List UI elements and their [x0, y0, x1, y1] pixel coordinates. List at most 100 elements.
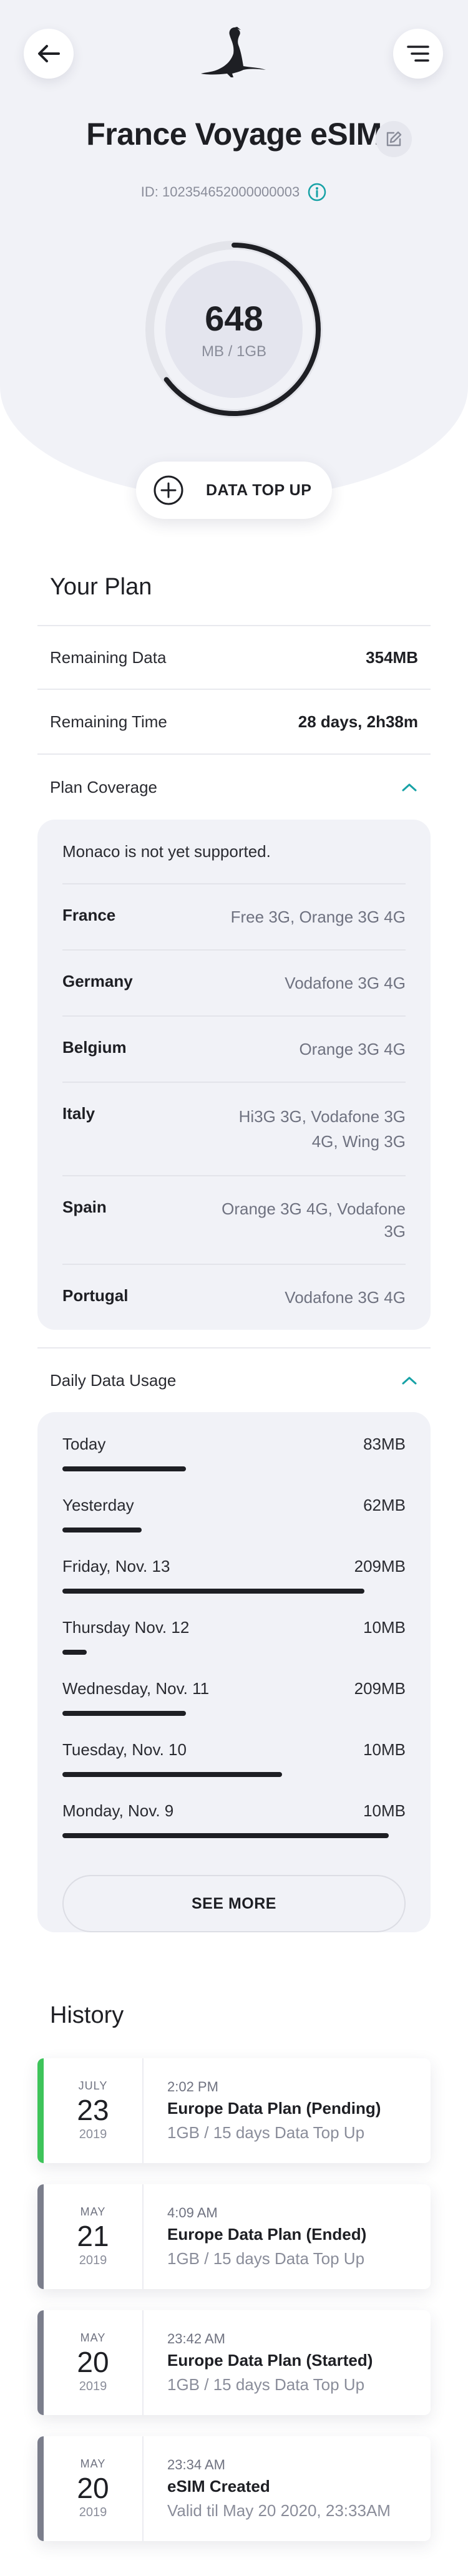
arrow-left-icon: [38, 45, 60, 62]
usage-day: Wednesday, Nov. 11: [62, 1679, 210, 1698]
see-more-button[interactable]: SEE MORE: [62, 1875, 406, 1932]
data-top-up-button[interactable]: DATA TOP UP: [136, 462, 332, 519]
usage-row-head: Thursday Nov. 12 10MB: [62, 1618, 406, 1637]
coverage-row: Portugal Vodafone 3G 4G: [62, 1265, 406, 1330]
history-body: 23:34 AM eSIM Created Valid til May 20 202…: [144, 2436, 391, 2541]
plan-section: Remaining Data 354MB Remaining Time 28 d…: [37, 625, 431, 1965]
history-subtitle: Valid til May 20 2020, 23:33AM: [167, 2501, 391, 2520]
usage-row: Thursday Nov. 12 10MB: [62, 1595, 406, 1657]
history-status-bar: [37, 2436, 44, 2541]
history-month: JULY: [78, 2080, 108, 2092]
history-title: Europe Data Plan (Ended): [167, 2225, 367, 2244]
coverage-row: Belgium Orange 3G 4G: [62, 1017, 406, 1083]
usage-day: Today: [62, 1435, 106, 1453]
history-item[interactable]: MAY 20 2019 23:34 AM eSIM Created Valid til M…: [37, 2436, 431, 2541]
usage-row-head: Friday, Nov. 13 209MB: [62, 1557, 406, 1576]
history-date: JULY 23 2019: [44, 2058, 144, 2163]
esim-id: ID: 102354652000000003: [140, 184, 300, 200]
coverage-country: Belgium: [62, 1038, 127, 1057]
coverage-networks: Hi3G 3G, Vodafone 3G 4G, Wing 3G: [238, 1107, 406, 1151]
history-year: 2019: [79, 2254, 107, 2267]
usage-card: Today 83MB Yesterday 62MB Friday, Nov. 13 209…: [37, 1412, 431, 1932]
coverage-networks: Free 3G, Orange 3G 4G: [230, 908, 406, 926]
usage-row: Yesterday 62MB: [62, 1473, 406, 1534]
history-day: 21: [77, 2220, 109, 2252]
usage-amount: 62MB: [363, 1496, 406, 1514]
history-item[interactable]: JULY 23 2019 2:02 PM Europe Data Plan (Pendi…: [37, 2058, 431, 2163]
plan-coverage-toggle[interactable]: Plan Coverage: [37, 755, 431, 820]
chevron-up-icon: [402, 1377, 417, 1385]
info-icon[interactable]: [307, 182, 327, 202]
usage-list: Today 83MB Yesterday 62MB Friday, Nov. 13 209…: [62, 1412, 406, 1840]
usage-row-head: Monday, Nov. 9 10MB: [62, 1801, 406, 1821]
your-plan-title: Your Plan: [50, 574, 152, 600]
coverage-card: Monaco is not yet supported. France Free …: [37, 820, 431, 1330]
history-time: 4:09 AM: [167, 2205, 218, 2220]
pencil-edit-icon: [386, 131, 402, 147]
history-status-bar: [37, 2310, 44, 2415]
history-month: MAY: [80, 2457, 106, 2470]
history-item[interactable]: MAY 21 2019 4:09 AM Europe Data Plan (Ended)…: [37, 2184, 431, 2289]
menu-button[interactable]: [393, 29, 443, 79]
history-title: eSIM Created: [167, 2477, 270, 2496]
daily-usage-toggle[interactable]: Daily Data Usage: [37, 1347, 431, 1412]
plus-circle-icon: [154, 475, 183, 505]
history-year: 2019: [79, 2128, 107, 2141]
history-subtitle: 1GB / 15 days Data Top Up: [167, 2123, 365, 2142]
esim-id-row: ID: 102354652000000003: [0, 182, 468, 202]
coverage-country: Italy: [62, 1104, 95, 1123]
remaining-time-value: 28 days, 2h38m: [298, 712, 418, 731]
remaining-data-label: Remaining Data: [50, 647, 167, 667]
coverage-country: Germany: [62, 972, 133, 990]
esim-title: France Voyage eSIM: [86, 117, 382, 152]
usage-bar: [62, 1772, 282, 1777]
usage-amount: 83MB: [363, 1435, 406, 1453]
history-subtitle: 1GB / 15 days Data Top Up: [167, 2375, 365, 2394]
usage-row-head: Today 83MB: [62, 1435, 406, 1454]
coverage-row: France Free 3G, Orange 3G 4G: [62, 884, 406, 951]
history-status-bar: [37, 2184, 44, 2289]
daily-usage-label: Daily Data Usage: [50, 1370, 177, 1390]
usage-day: Thursday Nov. 12: [62, 1618, 190, 1637]
remaining-data-value: 354MB: [366, 647, 418, 667]
usage-amount: 209MB: [354, 1557, 406, 1576]
usage-day: Friday, Nov. 13: [62, 1557, 170, 1576]
usage-row: Tuesday, Nov. 10 10MB: [62, 1718, 406, 1779]
usage-day: Tuesday, Nov. 10: [62, 1740, 187, 1759]
history-title: Europe Data Plan (Pending): [167, 2099, 381, 2118]
history-date: MAY 21 2019: [44, 2184, 144, 2289]
remaining-data-row: Remaining Data 354MB: [37, 625, 431, 690]
history-month: MAY: [80, 2331, 106, 2344]
data-top-up-label: DATA TOP UP: [206, 481, 312, 499]
usage-bar: [62, 1711, 186, 1716]
history-title: History: [50, 2002, 124, 2028]
usage-bar: [62, 1528, 142, 1533]
history-day: 23: [77, 2094, 109, 2126]
history-day: 20: [77, 2346, 109, 2378]
coverage-country: Portugal: [62, 1286, 129, 1305]
history-date: MAY 20 2019: [44, 2310, 144, 2415]
history-year: 2019: [79, 2380, 107, 2393]
usage-amount: 10MB: [363, 1740, 406, 1759]
history-date: MAY 20 2019: [44, 2436, 144, 2541]
history-body: 2:02 PM Europe Data Plan (Pending) 1GB / 1…: [144, 2058, 381, 2163]
usage-bar: [62, 1466, 186, 1471]
usage-day: Yesterday: [62, 1496, 134, 1514]
history-item[interactable]: MAY 20 2019 23:42 AM Europe Data Plan (Start…: [37, 2310, 431, 2415]
bird-logo: [201, 27, 266, 77]
usage-row: Wednesday, Nov. 11 209MB: [62, 1657, 406, 1718]
usage-bar: [62, 1833, 389, 1838]
back-button[interactable]: [24, 29, 74, 79]
coverage-note: Monaco is not yet supported.: [62, 820, 406, 884]
chevron-up-icon: [402, 783, 417, 792]
history-time: 23:42 AM: [167, 2331, 225, 2346]
plan-coverage-label: Plan Coverage: [50, 777, 157, 797]
history-status-bar: [37, 2058, 44, 2163]
coverage-row: Spain Orange 3G 4G, Vodafone 3G: [62, 1176, 406, 1265]
history-body: 4:09 AM Europe Data Plan (Ended) 1GB / 15 …: [144, 2184, 366, 2289]
history-subtitle: 1GB / 15 days Data Top Up: [167, 2249, 365, 2268]
history-month: MAY: [80, 2206, 106, 2218]
edit-name-button[interactable]: [376, 121, 412, 157]
coverage-networks: Orange 3G 4G: [299, 1040, 406, 1058]
coverage-country: Spain: [62, 1198, 107, 1216]
